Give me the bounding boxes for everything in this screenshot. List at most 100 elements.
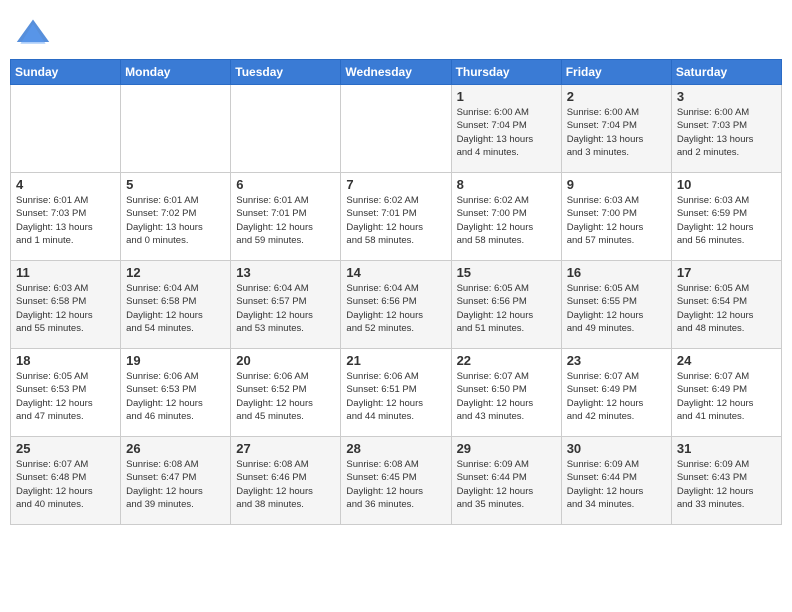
day-number: 24 [677,353,776,368]
calendar-cell: 15 Sunrise: 6:05 AM Sunset: 6:56 PM Dayli… [451,261,561,349]
day-number: 28 [346,441,445,456]
day-number: 30 [567,441,666,456]
cell-info: Sunrise: 6:09 AM Sunset: 6:44 PM Dayligh… [567,458,666,511]
weekday-header: Tuesday [231,60,341,85]
cell-info: Sunrise: 6:07 AM Sunset: 6:49 PM Dayligh… [677,370,776,423]
day-number: 5 [126,177,225,192]
calendar-cell: 14Sunrise: 6:04 AM Sunset: 6:56 PM Dayli… [341,261,451,349]
day-number: 29 [457,441,556,456]
day-number: 8 [457,177,556,192]
day-number: 19 [126,353,225,368]
day-number: 13 [236,265,335,280]
calendar-cell: 23 Sunrise: 6:07 AM Sunset: 6:49 PM Dayli… [561,349,671,437]
page-header [10,10,782,51]
day-number: 4 [16,177,115,192]
cell-info: Sunrise: 6:04 AM Sunset: 6:58 PM Dayligh… [126,282,225,335]
day-number: 7 [346,177,445,192]
calendar-cell: 4 Sunrise: 6:01 AM Sunset: 7:03 PM Daylig… [11,173,121,261]
day-number: 12 [126,265,225,280]
cell-info: Sunrise: 6:07 AM Sunset: 6:48 PM Dayligh… [16,458,115,511]
day-number: 10 [677,177,776,192]
calendar-cell: 1 Sunrise: 6:00 AM Sunset: 7:04 PM Daylig… [451,85,561,173]
day-number: 2 [567,89,666,104]
day-number: 9 [567,177,666,192]
cell-info: Sunrise: 6:00 AM Sunset: 7:04 PM Dayligh… [457,106,556,159]
day-number: 20 [236,353,335,368]
weekday-header: Wednesday [341,60,451,85]
cell-info: Sunrise: 6:05 AM Sunset: 6:56 PM Dayligh… [457,282,556,335]
cell-info: Sunrise: 6:07 AM Sunset: 6:50 PM Dayligh… [457,370,556,423]
calendar-table: SundayMondayTuesdayWednesdayThursdayFrid… [10,59,782,525]
calendar-cell: 9 Sunrise: 6:03 AM Sunset: 7:00 PM Daylig… [561,173,671,261]
day-number: 31 [677,441,776,456]
cell-info: Sunrise: 6:03 AM Sunset: 6:59 PM Dayligh… [677,194,776,247]
calendar-cell: 6 Sunrise: 6:01 AM Sunset: 7:01 PM Daylig… [231,173,341,261]
calendar-cell: 10 Sunrise: 6:03 AM Sunset: 6:59 PM Dayli… [671,173,781,261]
calendar-cell: 24 Sunrise: 6:07 AM Sunset: 6:49 PM Dayli… [671,349,781,437]
calendar-cell: 20 Sunrise: 6:06 AM Sunset: 6:52 PM Dayli… [231,349,341,437]
cell-info: Sunrise: 6:08 AM Sunset: 6:46 PM Dayligh… [236,458,335,511]
logo-icon [15,15,51,51]
calendar-week-row: 18 Sunrise: 6:05 AM Sunset: 6:53 PM Dayli… [11,349,782,437]
calendar-week-row: 4 Sunrise: 6:01 AM Sunset: 7:03 PM Daylig… [11,173,782,261]
calendar-cell: 18 Sunrise: 6:05 AM Sunset: 6:53 PM Dayli… [11,349,121,437]
day-number: 6 [236,177,335,192]
cell-info: Sunrise: 6:08 AM Sunset: 6:45 PM Dayligh… [346,458,445,511]
weekday-header: Friday [561,60,671,85]
cell-info: Sunrise: 6:05 AM Sunset: 6:53 PM Dayligh… [16,370,115,423]
day-number: 26 [126,441,225,456]
cell-info: Sunrise: 6:05 AM Sunset: 6:54 PM Dayligh… [677,282,776,335]
calendar-cell: 12 Sunrise: 6:04 AM Sunset: 6:58 PM Dayli… [121,261,231,349]
cell-info: Sunrise: 6:05 AM Sunset: 6:55 PM Dayligh… [567,282,666,335]
weekday-header: Thursday [451,60,561,85]
calendar-cell: 26 Sunrise: 6:08 AM Sunset: 6:47 PM Dayli… [121,437,231,525]
day-number: 11 [16,265,115,280]
calendar-cell: 21Sunrise: 6:06 AM Sunset: 6:51 PM Dayli… [341,349,451,437]
day-number: 23 [567,353,666,368]
cell-info: Sunrise: 6:06 AM Sunset: 6:53 PM Dayligh… [126,370,225,423]
day-number: 22 [457,353,556,368]
cell-info: Sunrise: 6:03 AM Sunset: 7:00 PM Dayligh… [567,194,666,247]
weekday-header: Saturday [671,60,781,85]
cell-info: Sunrise: 6:09 AM Sunset: 6:43 PM Dayligh… [677,458,776,511]
cell-info: Sunrise: 6:09 AM Sunset: 6:44 PM Dayligh… [457,458,556,511]
calendar-cell: 30 Sunrise: 6:09 AM Sunset: 6:44 PM Dayli… [561,437,671,525]
calendar-cell: 2Sunrise: 6:00 AM Sunset: 7:04 PM Daylig… [561,85,671,173]
weekday-header-row: SundayMondayTuesdayWednesdayThursdayFrid… [11,60,782,85]
calendar-cell: 22 Sunrise: 6:07 AM Sunset: 6:50 PM Dayli… [451,349,561,437]
cell-info: Sunrise: 6:06 AM Sunset: 6:51 PM Dayligh… [346,370,445,423]
calendar-cell: 28 Sunrise: 6:08 AM Sunset: 6:45 PM Dayli… [341,437,451,525]
calendar-week-row: 25 Sunrise: 6:07 AM Sunset: 6:48 PM Dayli… [11,437,782,525]
cell-info: Sunrise: 6:00 AM Sunset: 7:03 PM Dayligh… [677,106,776,159]
calendar-cell: 3 Sunrise: 6:00 AM Sunset: 7:03 PM Daylig… [671,85,781,173]
calendar-cell: 27 Sunrise: 6:08 AM Sunset: 6:46 PM Dayli… [231,437,341,525]
calendar-cell: 8 Sunrise: 6:02 AM Sunset: 7:00 PM Daylig… [451,173,561,261]
day-number: 3 [677,89,776,104]
cell-info: Sunrise: 6:04 AM Sunset: 6:56 PM Dayligh… [346,282,445,335]
cell-info: Sunrise: 6:02 AM Sunset: 7:00 PM Dayligh… [457,194,556,247]
day-number: 27 [236,441,335,456]
weekday-header: Sunday [11,60,121,85]
calendar-cell: 31 Sunrise: 6:09 AM Sunset: 6:43 PM Dayli… [671,437,781,525]
cell-info: Sunrise: 6:02 AM Sunset: 7:01 PM Dayligh… [346,194,445,247]
calendar-cell [11,85,121,173]
weekday-header: Monday [121,60,231,85]
cell-info: Sunrise: 6:06 AM Sunset: 6:52 PM Dayligh… [236,370,335,423]
logo [15,15,55,51]
calendar-cell: 5 Sunrise: 6:01 AM Sunset: 7:02 PM Daylig… [121,173,231,261]
day-number: 15 [457,265,556,280]
cell-info: Sunrise: 6:01 AM Sunset: 7:02 PM Dayligh… [126,194,225,247]
calendar-cell: 19 Sunrise: 6:06 AM Sunset: 6:53 PM Dayli… [121,349,231,437]
day-number: 16 [567,265,666,280]
calendar-cell: 29 Sunrise: 6:09 AM Sunset: 6:44 PM Dayli… [451,437,561,525]
calendar-cell [231,85,341,173]
day-number: 18 [16,353,115,368]
cell-info: Sunrise: 6:01 AM Sunset: 7:03 PM Dayligh… [16,194,115,247]
day-number: 17 [677,265,776,280]
cell-info: Sunrise: 6:01 AM Sunset: 7:01 PM Dayligh… [236,194,335,247]
day-number: 1 [457,89,556,104]
day-number: 25 [16,441,115,456]
calendar-cell: 17 Sunrise: 6:05 AM Sunset: 6:54 PM Dayli… [671,261,781,349]
cell-info: Sunrise: 6:08 AM Sunset: 6:47 PM Dayligh… [126,458,225,511]
cell-info: Sunrise: 6:07 AM Sunset: 6:49 PM Dayligh… [567,370,666,423]
